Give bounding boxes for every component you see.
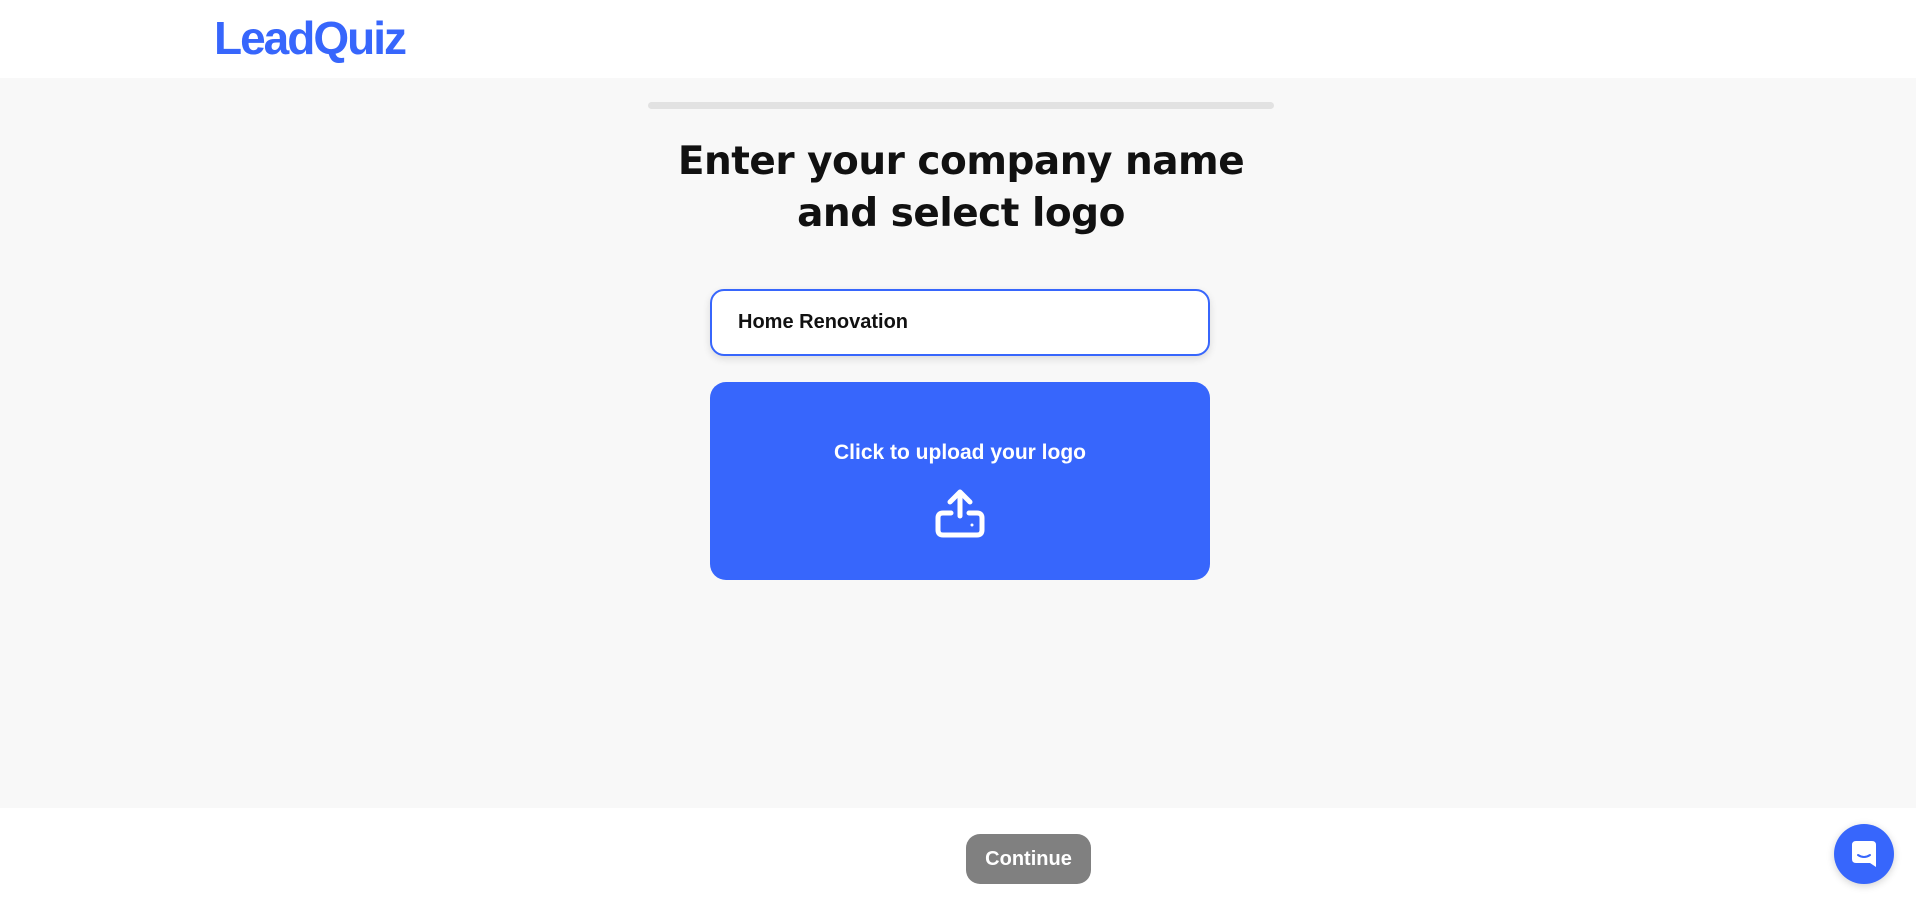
footer: Continue	[0, 808, 1916, 906]
page-title: Enter your company name and select logo	[608, 136, 1314, 240]
upload-logo-button[interactable]: Click to upload your logo	[710, 382, 1210, 580]
page-title-line-2: and select logo	[797, 191, 1125, 236]
leadquiz-logo[interactable]: LeadQuiz	[214, 12, 407, 64]
main-content: Enter your company name and select logo …	[0, 78, 1916, 808]
page-title-line-1: Enter your company name	[677, 139, 1245, 184]
continue-button[interactable]: Continue	[966, 834, 1091, 884]
progress-bar	[648, 102, 1274, 109]
upload-logo-label: Click to upload your logo	[834, 441, 1086, 464]
header: LeadQuiz	[0, 0, 1916, 78]
upload-icon	[935, 489, 985, 538]
chat-launcher-button[interactable]	[1834, 824, 1894, 884]
chat-icon	[1852, 841, 1876, 867]
company-name-input[interactable]	[710, 289, 1210, 356]
